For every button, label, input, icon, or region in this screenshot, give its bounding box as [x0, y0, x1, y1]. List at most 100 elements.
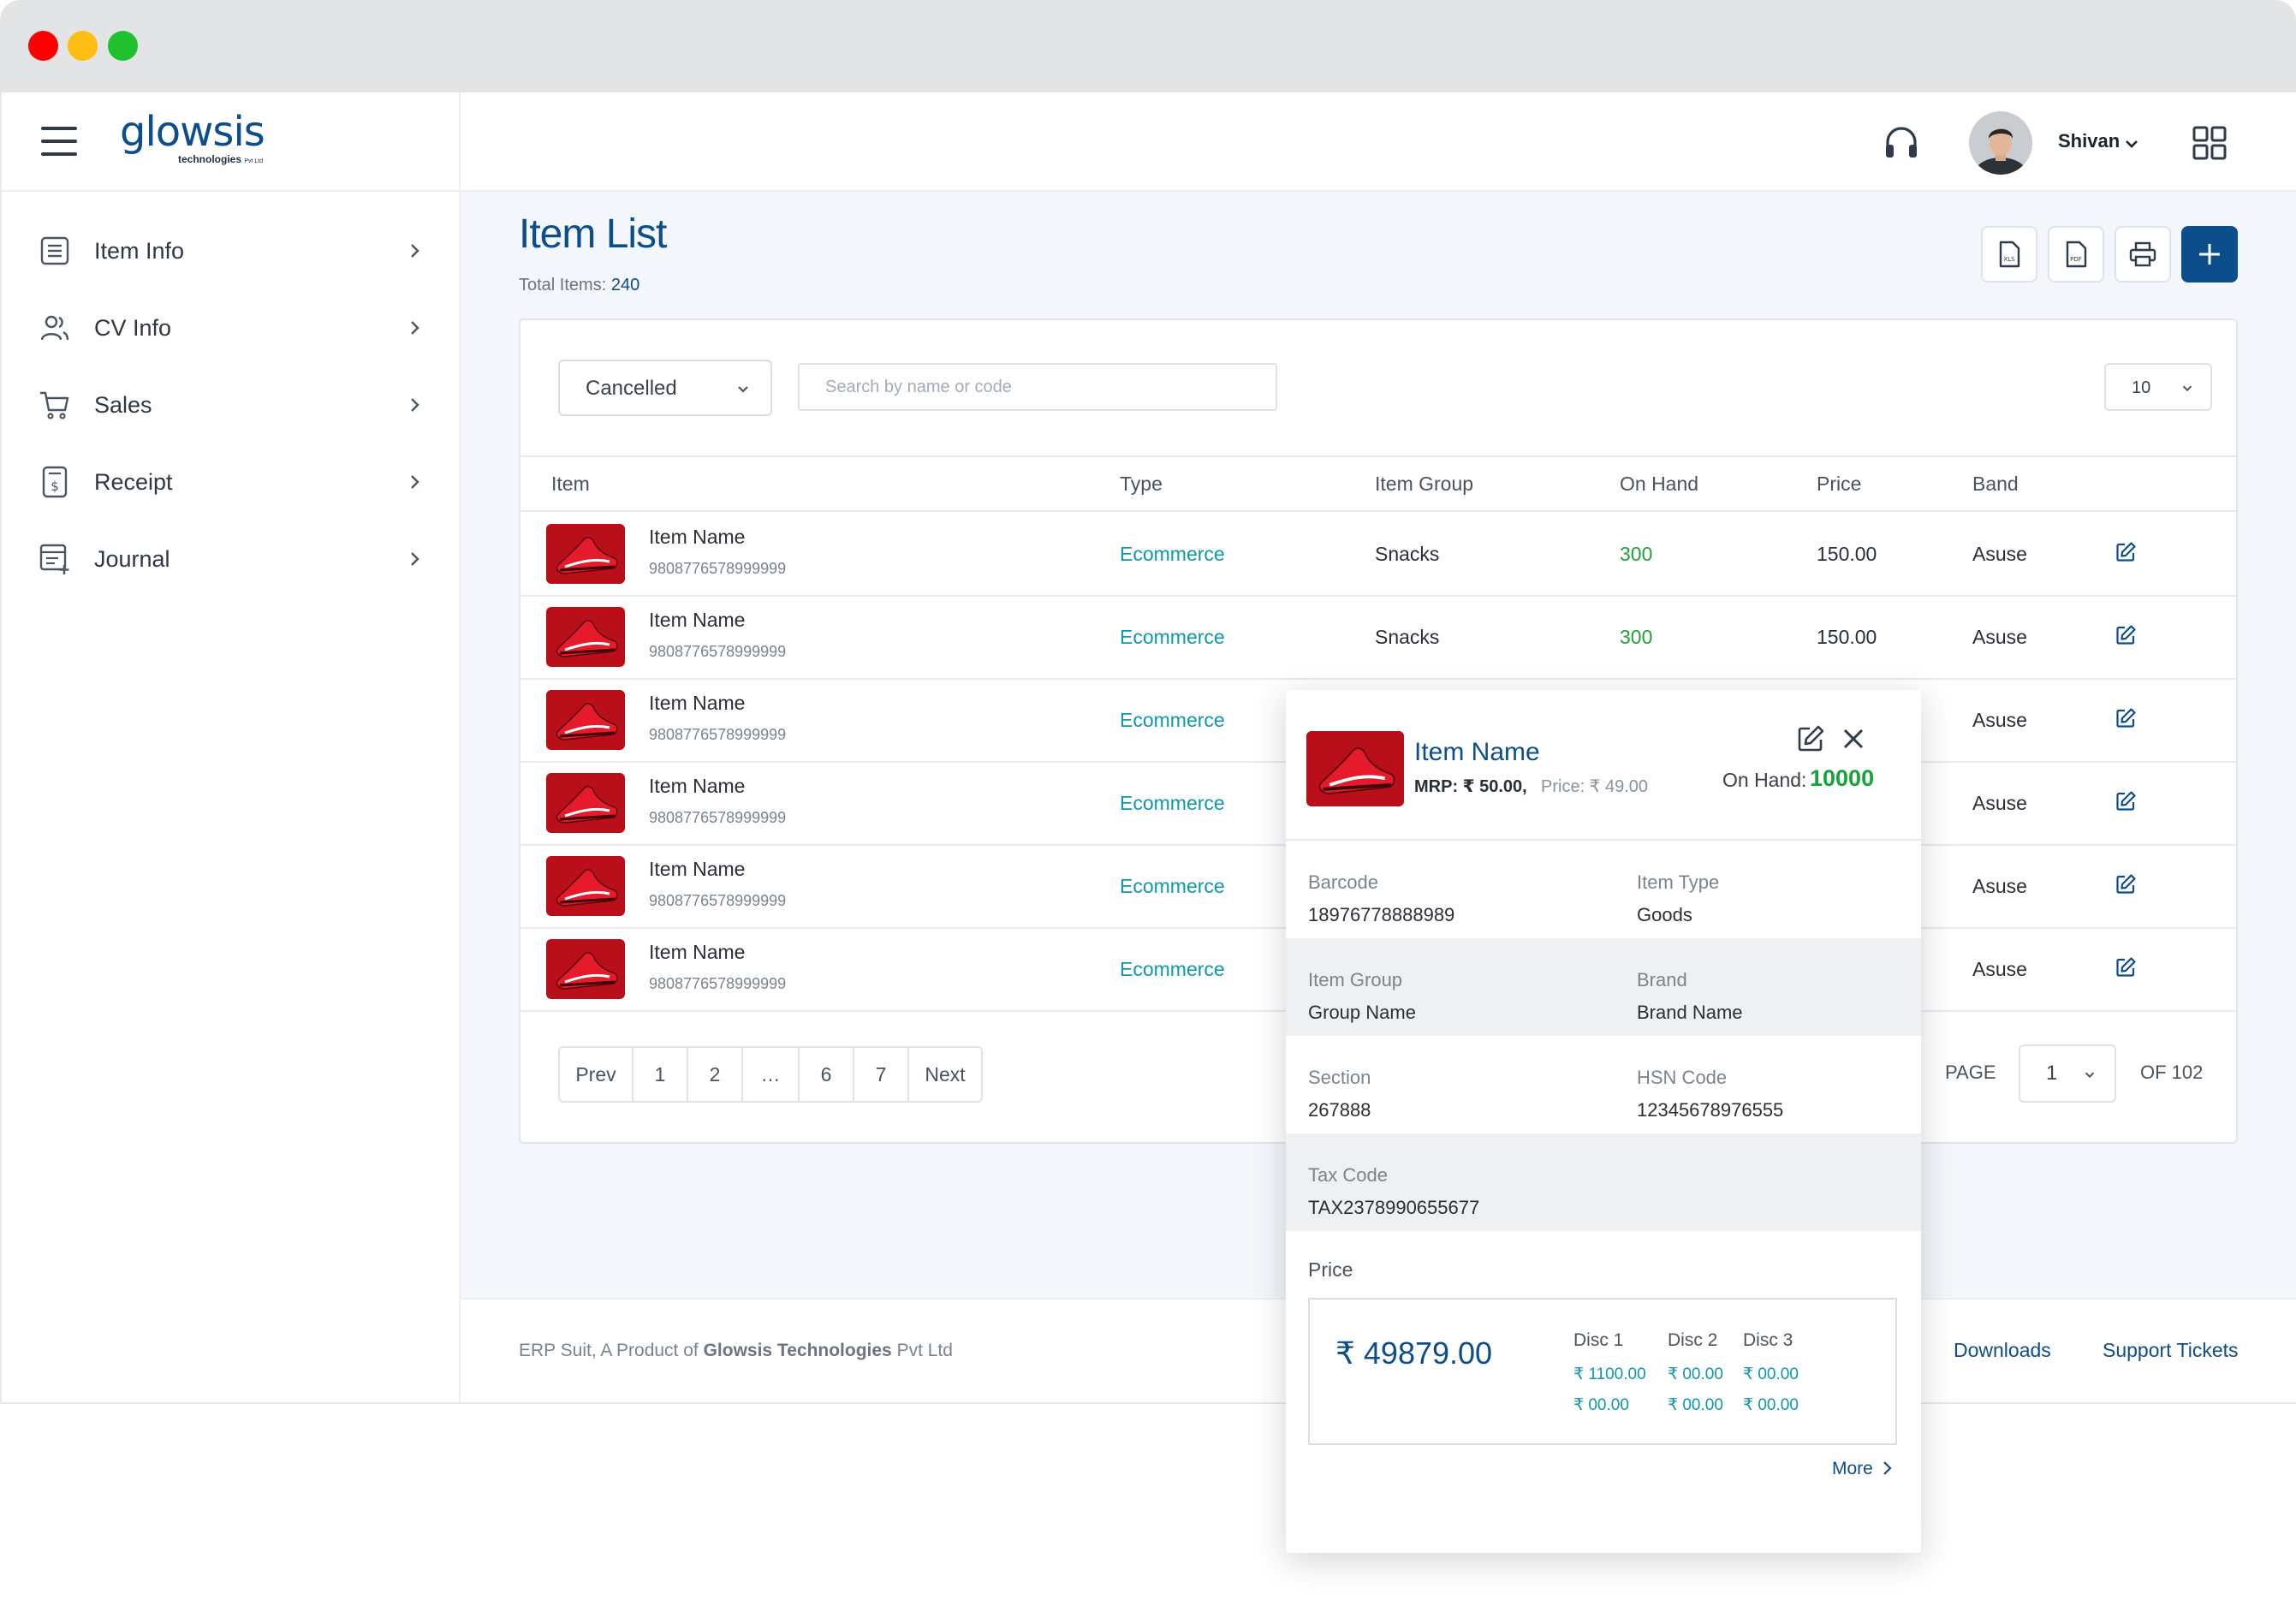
field-value: 267888 — [1308, 1099, 1371, 1121]
chevron-down-icon[interactable] — [2123, 135, 2140, 152]
item-group: Snacks — [1375, 543, 1440, 565]
discount-header: Disc 2 — [1668, 1330, 1718, 1350]
edit-icon[interactable] — [2115, 541, 2137, 563]
column-header-item[interactable]: Item — [551, 473, 590, 496]
minimize-window-button[interactable] — [68, 31, 98, 61]
column-header-band[interactable]: Band — [1972, 473, 2019, 496]
table-row[interactable]: Item Name 9808776578999999 Ecommerce Snacks… — [520, 597, 2236, 680]
export-excel-button[interactable]: XLS — [1981, 226, 2037, 283]
item-band: Asuse — [1972, 792, 2027, 814]
popup-header: Item Name MRP: ₹ 50.00, Price: ₹ 49.00 O… — [1286, 690, 1921, 841]
status-filter-select[interactable]: Cancelled — [558, 360, 772, 416]
sidebar-item-label: Sales — [94, 391, 152, 418]
field-label: Brand — [1637, 969, 1687, 990]
user-name[interactable]: Shivan — [2058, 130, 2120, 152]
item-name: Item Name — [649, 609, 746, 631]
item-name: Item Name — [649, 526, 746, 548]
table-row[interactable]: Item Name 9808776578999999 Ecommerce Snacks… — [520, 514, 2236, 597]
hamburger-menu-icon[interactable] — [41, 127, 77, 156]
chevron-down-icon — [2182, 385, 2192, 392]
add-item-button[interactable] — [2181, 226, 2238, 283]
print-button[interactable] — [2115, 226, 2171, 283]
field-label: HSN Code — [1637, 1067, 1728, 1088]
item-code: 9808776578999999 — [649, 643, 787, 660]
per-page-select[interactable]: 10 — [2104, 363, 2212, 411]
shoe-image-icon — [546, 773, 625, 833]
item-thumbnail — [546, 690, 625, 750]
journal-icon — [39, 544, 69, 574]
page-button-2[interactable]: 2 — [688, 1048, 743, 1101]
item-thumbnail — [546, 773, 625, 833]
plus-icon — [2199, 244, 2220, 265]
chevron-right-icon — [411, 244, 419, 258]
popup-section-barcode: Barcode 18976778888989 Item Type Goods — [1286, 841, 1921, 938]
sidebar-item-receipt[interactable]: $ Receipt — [2, 443, 459, 520]
printer-icon — [2129, 241, 2156, 267]
field-label: Section — [1308, 1067, 1371, 1088]
page-select[interactable]: 1 — [2019, 1044, 2116, 1103]
edit-icon[interactable] — [2115, 707, 2137, 729]
total-pages-label: OF 102 — [2140, 1062, 2204, 1083]
field-value: Group Name — [1308, 1002, 1416, 1023]
chevron-down-icon — [2085, 1072, 2095, 1079]
item-type: Ecommerce — [1120, 792, 1225, 814]
shoe-image-icon — [546, 607, 625, 667]
page-button-7[interactable]: 7 — [854, 1048, 909, 1101]
pagination: Prev 1 2 … 6 7 Next — [558, 1046, 983, 1103]
apps-grid-icon[interactable] — [2192, 125, 2228, 161]
discount-value: ₹ 1100.00 — [1573, 1365, 1646, 1383]
list-icon — [40, 236, 69, 265]
prev-page-button[interactable]: Prev — [560, 1048, 633, 1101]
field-label: Barcode — [1308, 871, 1378, 893]
sidebar-item-cv-info[interactable]: CV Info — [2, 289, 459, 366]
more-link[interactable]: More — [1832, 1459, 1873, 1479]
maximize-window-button[interactable] — [108, 31, 138, 61]
item-band: Asuse — [1972, 709, 2027, 731]
item-type: Ecommerce — [1120, 875, 1225, 897]
top-bar: Shivan — [461, 92, 2296, 192]
edit-icon[interactable] — [2115, 790, 2137, 812]
support-tickets-link[interactable]: Support Tickets — [2103, 1339, 2239, 1362]
column-header-type[interactable]: Type — [1120, 473, 1163, 496]
page-button-1[interactable]: 1 — [633, 1048, 688, 1101]
discount-value: ₹ 00.00 — [1668, 1365, 1723, 1383]
avatar[interactable] — [1969, 111, 2032, 175]
chevron-right-icon[interactable] — [1878, 1459, 1895, 1478]
edit-icon[interactable] — [2115, 873, 2137, 895]
column-header-price[interactable]: Price — [1817, 473, 1861, 496]
downloads-link[interactable]: Downloads — [1954, 1339, 2051, 1362]
item-code: 9808776578999999 — [649, 892, 787, 909]
field-value: Goods — [1637, 904, 1692, 925]
sidebar-item-journal[interactable]: Journal — [2, 520, 459, 598]
field-value: 18976778888989 — [1308, 904, 1455, 925]
total-items: Total Items: 240 — [519, 276, 639, 295]
footer-company: Glowsis Technologies — [703, 1341, 892, 1360]
close-window-button[interactable] — [28, 31, 58, 61]
per-page-value: 10 — [2132, 378, 2151, 397]
edit-icon[interactable] — [2115, 956, 2137, 978]
sidebar-item-item-info[interactable]: Item Info — [2, 212, 459, 289]
svg-text:XLS: XLS — [2003, 256, 2015, 263]
column-header-item-group[interactable]: Item Group — [1375, 473, 1473, 496]
users-icon — [40, 315, 69, 341]
page-button-6[interactable]: 6 — [800, 1048, 854, 1101]
export-pdf-button[interactable]: PDF — [2048, 226, 2104, 283]
edit-icon[interactable] — [1796, 724, 1825, 753]
column-header-on-hand[interactable]: On Hand — [1620, 473, 1698, 496]
chevron-right-icon — [411, 398, 419, 412]
item-band: Asuse — [1972, 875, 2027, 897]
item-code: 9808776578999999 — [649, 726, 787, 743]
next-page-button[interactable]: Next — [909, 1048, 981, 1101]
close-icon[interactable] — [1841, 726, 1866, 752]
item-name: Item Name — [649, 692, 746, 714]
item-band: Asuse — [1972, 543, 2027, 565]
discount-value: ₹ 00.00 — [1743, 1365, 1799, 1383]
file-pdf-icon: PDF — [2066, 241, 2087, 268]
item-group: Snacks — [1375, 626, 1440, 648]
edit-icon[interactable] — [2115, 624, 2137, 646]
headset-support-icon[interactable] — [1882, 123, 1921, 163]
sidebar-item-sales[interactable]: Sales — [2, 366, 459, 443]
discount-header: Disc 1 — [1573, 1330, 1624, 1350]
search-input[interactable] — [798, 363, 1277, 411]
discount-value: ₹ 00.00 — [1668, 1396, 1723, 1414]
